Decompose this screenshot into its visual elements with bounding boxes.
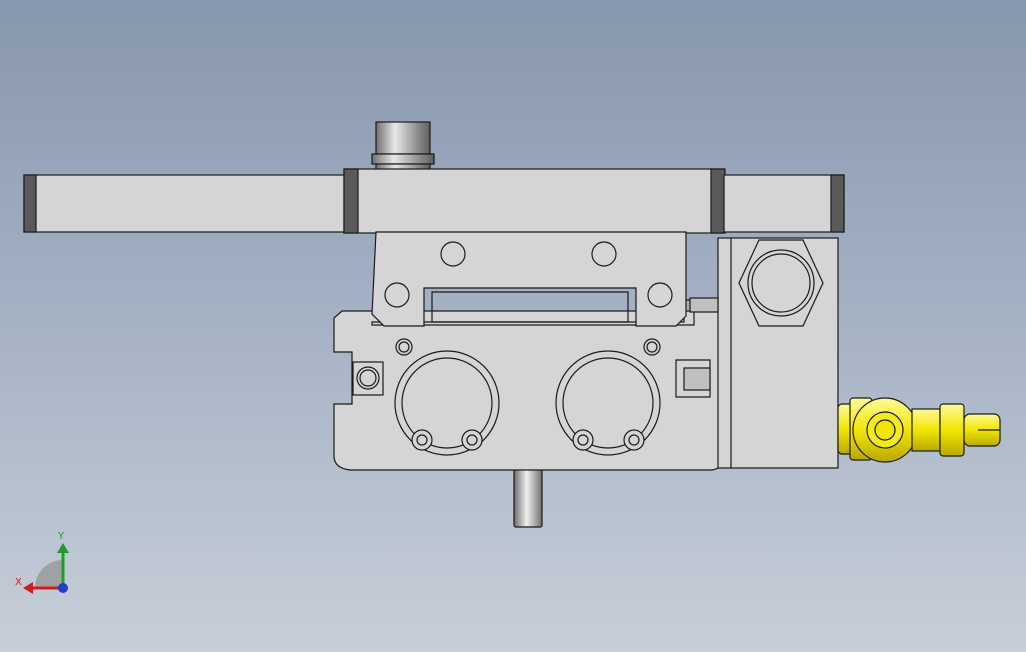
y-axis-label: Y <box>58 531 65 542</box>
graphics-viewport[interactable]: X Y <box>0 0 1026 652</box>
right-rail <box>723 174 845 233</box>
bottom-pin <box>513 466 543 528</box>
air-fitting <box>837 397 1001 463</box>
top-connector <box>371 121 435 171</box>
coordinate-triad <box>23 543 69 594</box>
top-bar <box>343 168 726 234</box>
left-rail <box>23 174 355 233</box>
z-axis-dot <box>58 583 68 593</box>
cad-model-view[interactable] <box>0 0 1026 652</box>
x-axis-label: X <box>15 577 22 588</box>
